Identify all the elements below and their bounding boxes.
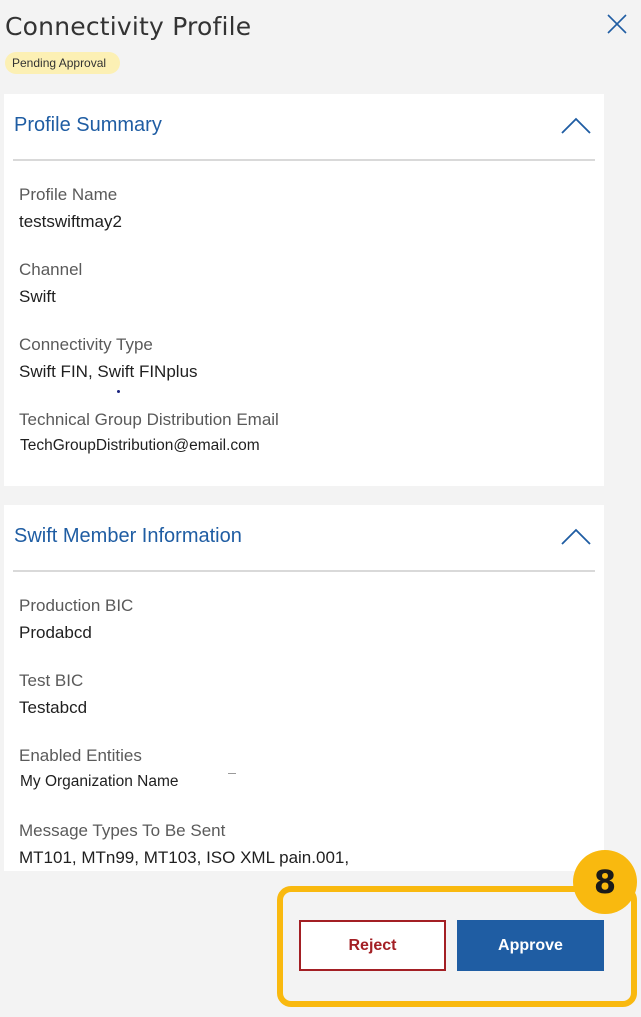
- profile-name-field: Profile Name testswiftmay2: [19, 185, 122, 232]
- distribution-email-field: Technical Group Distribution Email TechG…: [19, 410, 279, 455]
- profile-summary-header: Profile Summary: [4, 94, 604, 161]
- stray-dash: [228, 773, 236, 774]
- test-bic-field: Test BIC Testabcd: [19, 671, 87, 718]
- chevron-up-icon: [561, 528, 591, 545]
- field-label: Test BIC: [19, 671, 84, 690]
- production-bic-field: Production BIC Prodabcd: [19, 596, 133, 643]
- enabled-entities-value: My Organization Name: [20, 773, 179, 790]
- message-types-field: Message Types To Be Sent MT101, MTn99, M…: [19, 821, 349, 868]
- stray-dot: [117, 390, 120, 393]
- connectivity-type-field: Connectivity Type Swift FIN, Swift FINpl…: [19, 335, 198, 382]
- swift-member-header: Swift Member Information: [4, 505, 604, 572]
- chevron-up-icon: [561, 117, 591, 134]
- close-button[interactable]: [605, 12, 629, 36]
- profile-summary-card: Profile Summary Profile Name testswiftma…: [4, 94, 604, 486]
- distribution-email-value: TechGroupDistribution@email.com: [20, 437, 260, 454]
- channel-value: Swift: [19, 287, 56, 306]
- divider: [13, 570, 595, 572]
- field-label: Enabled Entities: [19, 746, 142, 765]
- approve-button[interactable]: Approve: [457, 920, 604, 971]
- profile-summary-collapse-button[interactable]: [560, 114, 592, 136]
- step-number-badge: 8: [573, 850, 637, 914]
- swift-member-title: Swift Member Information: [14, 525, 242, 547]
- enabled-entities-field: Enabled Entities My Organization Name: [19, 746, 179, 791]
- divider: [13, 159, 595, 161]
- swift-member-collapse-button[interactable]: [560, 525, 592, 547]
- profile-name-value: testswiftmay2: [19, 212, 122, 231]
- profile-summary-title: Profile Summary: [14, 114, 162, 136]
- field-label: Profile Name: [19, 185, 118, 204]
- field-label: Message Types To Be Sent: [19, 821, 226, 840]
- field-label: Production BIC: [19, 596, 134, 615]
- field-label: Connectivity Type: [19, 335, 153, 354]
- field-label: Channel: [19, 260, 83, 279]
- message-types-value: MT101, MTn99, MT103, ISO XML pain.001,: [19, 848, 350, 867]
- reject-button[interactable]: Reject: [299, 920, 446, 971]
- field-label: Technical Group Distribution Email: [19, 410, 279, 429]
- test-bic-value: Testabcd: [19, 698, 88, 717]
- status-badge: Pending Approval: [5, 52, 121, 74]
- swift-member-card: Swift Member Information Production BIC …: [4, 505, 604, 871]
- connectivity-type-value: Swift FIN, Swift FINplus: [19, 362, 198, 381]
- production-bic-value: Prodabcd: [19, 623, 92, 642]
- channel-field: Channel Swift: [19, 260, 82, 307]
- close-icon: [607, 14, 627, 34]
- page-title: Connectivity Profile: [5, 12, 252, 41]
